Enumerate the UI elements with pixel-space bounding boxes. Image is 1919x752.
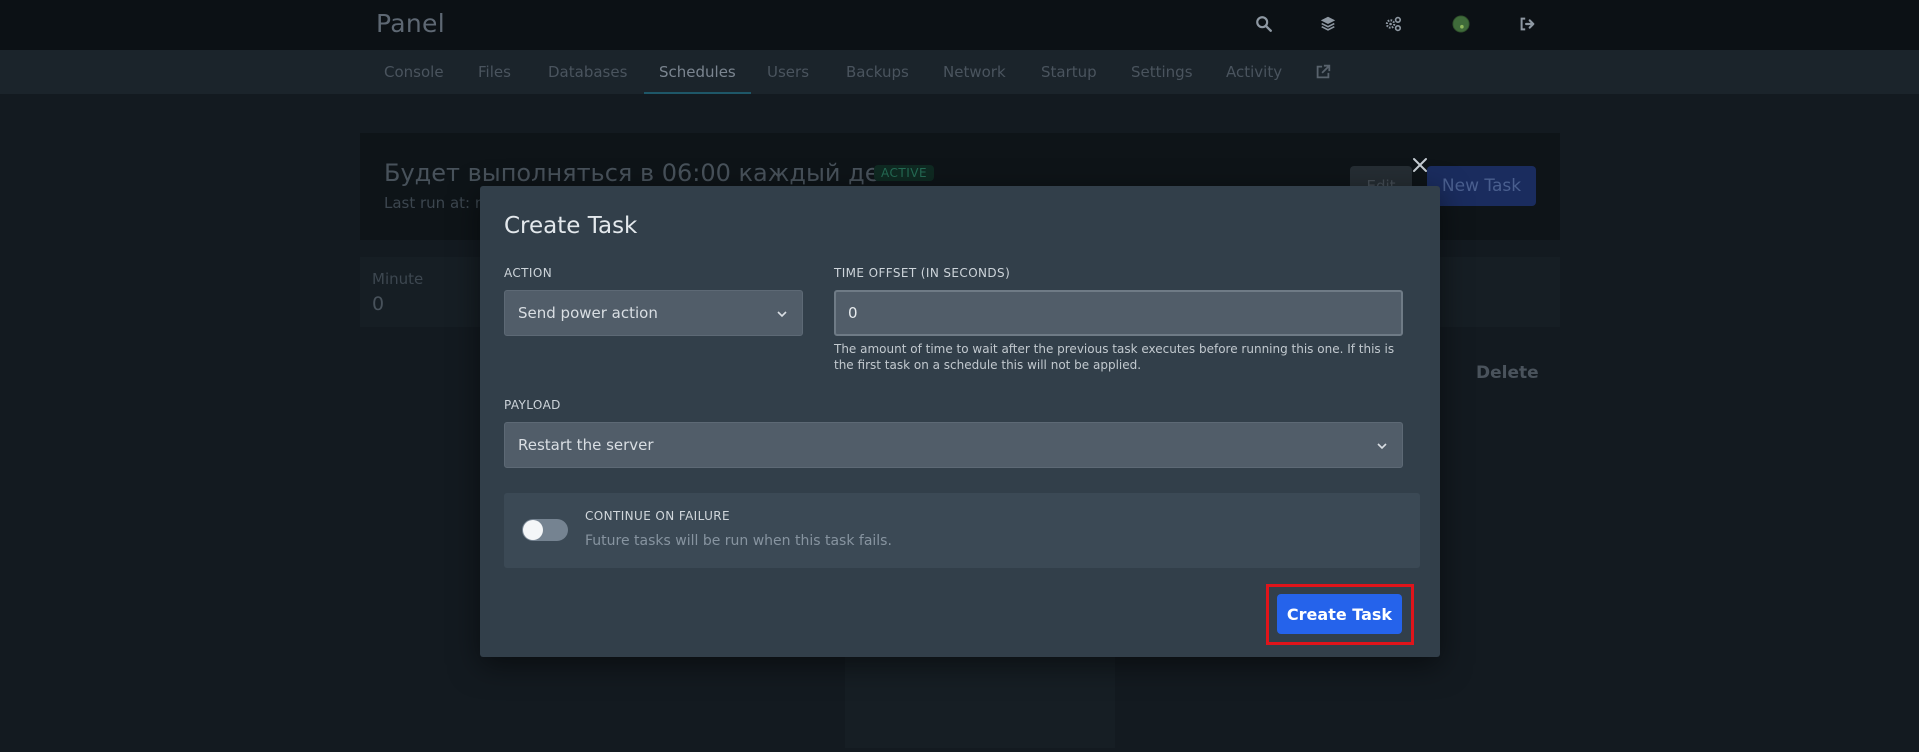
- brand-logo[interactable]: Panel: [376, 9, 445, 38]
- avatar[interactable]: [1449, 12, 1473, 36]
- schedule-title: Будет выполняться в 06:00 каждый день: [384, 159, 910, 187]
- time-offset-input[interactable]: 0: [834, 290, 1403, 336]
- tab-files[interactable]: Files: [478, 50, 511, 94]
- minute-label: Minute: [372, 270, 424, 288]
- tab-network[interactable]: Network: [943, 50, 1006, 94]
- action-label: ACTION: [504, 266, 553, 280]
- external-link-icon[interactable]: [1314, 63, 1332, 81]
- toggle-knob: [523, 520, 543, 540]
- action-select-value: Send power action: [518, 304, 658, 322]
- tab-backups[interactable]: Backups: [846, 50, 909, 94]
- new-task-button[interactable]: New Task: [1427, 166, 1536, 206]
- last-run-text: Last run at: n/: [384, 194, 490, 212]
- chevron-down-icon: [1377, 443, 1387, 450]
- time-offset-help: The amount of time to wait after the pre…: [834, 342, 1395, 372]
- tab-settings[interactable]: Settings: [1131, 50, 1193, 94]
- top-bar: Panel: [0, 0, 1919, 50]
- tab-schedules[interactable]: Schedules: [644, 50, 751, 94]
- minute-value: 0: [372, 293, 385, 315]
- chevron-down-icon: [777, 311, 787, 318]
- layers-icon[interactable]: [1316, 12, 1340, 36]
- continue-on-failure-description: Future tasks will be run when this task …: [585, 533, 892, 549]
- status-badge: ACTIVE: [874, 165, 935, 181]
- time-offset-value: 0: [848, 304, 858, 322]
- action-select[interactable]: Send power action: [504, 290, 803, 336]
- time-offset-label: TIME OFFSET (IN SECONDS): [834, 266, 1011, 280]
- continue-on-failure-panel: CONTINUE ON FAILURE Future tasks will be…: [504, 493, 1420, 568]
- close-icon[interactable]: [1408, 153, 1432, 177]
- continue-on-failure-title: CONTINUE ON FAILURE: [585, 509, 731, 523]
- server-subnav: Console Files Databases Schedules Users …: [0, 50, 1919, 94]
- payload-select-value: Restart the server: [518, 436, 654, 454]
- delete-button[interactable]: Delete: [1476, 363, 1539, 383]
- sign-out-icon[interactable]: [1515, 12, 1539, 36]
- tab-activity[interactable]: Activity: [1226, 50, 1282, 94]
- payload-label: PAYLOAD: [504, 398, 561, 412]
- tab-startup[interactable]: Startup: [1041, 50, 1097, 94]
- modal-title: Create Task: [504, 213, 638, 239]
- cogs-icon[interactable]: [1381, 12, 1405, 36]
- search-icon[interactable]: [1252, 12, 1276, 36]
- create-task-button[interactable]: Create Task: [1277, 594, 1402, 634]
- tab-users[interactable]: Users: [767, 50, 809, 94]
- continue-on-failure-toggle[interactable]: [522, 519, 568, 541]
- tab-console[interactable]: Console: [384, 50, 444, 94]
- payload-select[interactable]: Restart the server: [504, 422, 1403, 468]
- tab-databases[interactable]: Databases: [548, 50, 627, 94]
